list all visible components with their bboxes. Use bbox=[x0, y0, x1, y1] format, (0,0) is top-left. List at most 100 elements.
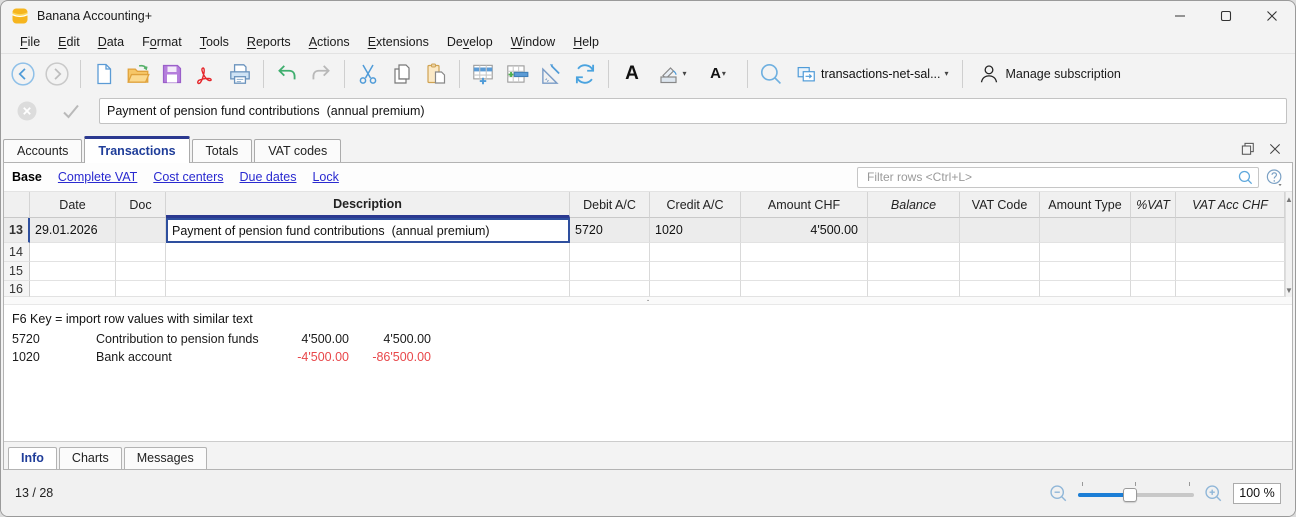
menu-format[interactable]: Format bbox=[133, 33, 191, 51]
cell-amount[interactable] bbox=[741, 281, 868, 297]
cell-vat-acc[interactable] bbox=[1176, 262, 1285, 281]
col-header-date[interactable]: Date bbox=[30, 192, 116, 218]
view-cost-centers[interactable]: Cost centers bbox=[153, 170, 223, 184]
cell-amount-type[interactable] bbox=[1040, 262, 1131, 281]
view-due-dates[interactable]: Due dates bbox=[240, 170, 297, 184]
col-header-debit[interactable]: Debit A/C bbox=[570, 192, 650, 218]
tab-messages[interactable]: Messages bbox=[123, 447, 207, 469]
new-file-button[interactable] bbox=[88, 58, 120, 90]
menu-window[interactable]: Window bbox=[502, 33, 564, 51]
save-button[interactable] bbox=[156, 58, 188, 90]
cell-description[interactable] bbox=[166, 281, 570, 297]
help-button[interactable] bbox=[1265, 168, 1284, 187]
col-header-credit[interactable]: Credit A/C bbox=[650, 192, 741, 218]
table-vertical-scrollbar[interactable]: ▲ ▼ bbox=[1285, 192, 1292, 297]
cell-credit[interactable] bbox=[650, 243, 741, 262]
cell-balance[interactable] bbox=[868, 243, 960, 262]
cell-description-active[interactable]: Payment of pension fund contributions (a… bbox=[166, 218, 570, 243]
cell-edit-input[interactable] bbox=[99, 98, 1287, 124]
scroll-up-icon[interactable]: ▲ bbox=[1285, 192, 1292, 206]
close-view-icon[interactable] bbox=[1267, 141, 1283, 157]
col-header-vat-code[interactable]: VAT Code bbox=[960, 192, 1040, 218]
cell-description[interactable] bbox=[166, 262, 570, 281]
add-rows-button[interactable] bbox=[467, 58, 499, 90]
cell-amount[interactable] bbox=[741, 243, 868, 262]
filter-rows-input[interactable] bbox=[865, 169, 1237, 185]
cell-amount[interactable]: 4'500.00 bbox=[741, 218, 868, 243]
cell-vat-code[interactable] bbox=[960, 281, 1040, 297]
menu-file[interactable]: File bbox=[11, 33, 49, 51]
insert-copied-rows-button[interactable] bbox=[501, 58, 533, 90]
recalculate-button[interactable] bbox=[569, 58, 601, 90]
menu-actions[interactable]: Actions bbox=[300, 33, 359, 51]
maximize-button[interactable] bbox=[1203, 1, 1249, 31]
cell-balance[interactable] bbox=[868, 262, 960, 281]
row-number[interactable]: 13 bbox=[4, 218, 30, 243]
cell-vat-code[interactable] bbox=[960, 243, 1040, 262]
back-button[interactable] bbox=[7, 58, 39, 90]
menu-develop[interactable]: Develop bbox=[438, 33, 502, 51]
page-setup-button[interactable] bbox=[535, 58, 567, 90]
cell-amount[interactable] bbox=[741, 262, 868, 281]
zoom-out-icon[interactable] bbox=[1048, 483, 1069, 504]
tab-charts[interactable]: Charts bbox=[58, 447, 122, 469]
cell-vat-code[interactable] bbox=[960, 218, 1040, 243]
filter-search-icon[interactable] bbox=[1237, 169, 1254, 186]
col-header-description[interactable]: Description bbox=[166, 192, 570, 218]
tab-vat-codes[interactable]: VAT codes bbox=[254, 139, 342, 163]
menu-tools[interactable]: Tools bbox=[191, 33, 238, 51]
cell-debit[interactable] bbox=[570, 262, 650, 281]
col-header-balance[interactable]: Balance bbox=[868, 192, 960, 218]
float-window-icon[interactable] bbox=[1239, 140, 1257, 158]
cell-vat-acc[interactable] bbox=[1176, 218, 1285, 243]
cell-debit[interactable] bbox=[570, 243, 650, 262]
cell-doc[interactable] bbox=[116, 281, 166, 297]
cell-debit[interactable] bbox=[570, 281, 650, 297]
col-header-amount-type[interactable]: Amount Type bbox=[1040, 192, 1131, 218]
forward-button[interactable] bbox=[41, 58, 73, 90]
cell-date[interactable] bbox=[30, 243, 116, 262]
search-button[interactable] bbox=[755, 58, 787, 90]
pdf-export-button[interactable] bbox=[190, 58, 222, 90]
cell-doc[interactable] bbox=[116, 218, 166, 243]
cell-pct-vat[interactable] bbox=[1131, 262, 1176, 281]
cancel-edit-button[interactable] bbox=[5, 96, 49, 126]
scroll-down-icon[interactable]: ▼ bbox=[1285, 283, 1292, 297]
slider-handle[interactable] bbox=[1123, 488, 1138, 502]
view-lock[interactable]: Lock bbox=[312, 170, 338, 184]
tab-totals[interactable]: Totals bbox=[191, 139, 253, 163]
cell-amount-type[interactable] bbox=[1040, 218, 1131, 243]
minimize-button[interactable] bbox=[1157, 1, 1203, 31]
cell-pct-vat[interactable] bbox=[1131, 243, 1176, 262]
menu-help[interactable]: Help bbox=[564, 33, 608, 51]
background-color-button[interactable]: ▾ bbox=[650, 58, 694, 90]
cell-date[interactable] bbox=[30, 281, 116, 297]
col-header-rownum[interactable] bbox=[4, 192, 30, 218]
cell-balance[interactable] bbox=[868, 281, 960, 297]
font-button[interactable]: A bbox=[616, 58, 648, 90]
row-number[interactable]: 15 bbox=[4, 262, 30, 281]
cell-credit[interactable] bbox=[650, 281, 741, 297]
col-header-amount[interactable]: Amount CHF bbox=[741, 192, 868, 218]
paste-button[interactable] bbox=[420, 58, 452, 90]
tab-info[interactable]: Info bbox=[8, 447, 57, 469]
menu-edit[interactable]: Edit bbox=[49, 33, 89, 51]
cell-vat-acc[interactable] bbox=[1176, 281, 1285, 297]
cell-doc[interactable] bbox=[116, 262, 166, 281]
cell-debit[interactable]: 5720 bbox=[570, 218, 650, 243]
cell-pct-vat[interactable] bbox=[1131, 281, 1176, 297]
cut-button[interactable] bbox=[352, 58, 384, 90]
text-color-button[interactable]: A ▾ bbox=[696, 58, 740, 90]
view-complete-vat[interactable]: Complete VAT bbox=[58, 170, 137, 184]
zoom-in-icon[interactable] bbox=[1203, 483, 1224, 504]
open-file-button[interactable] bbox=[122, 58, 154, 90]
copy-button[interactable] bbox=[386, 58, 418, 90]
row-number[interactable]: 16 bbox=[4, 281, 30, 297]
cell-date[interactable]: 29.01.2026 bbox=[30, 218, 116, 243]
manage-subscription-button[interactable]: Manage subscription bbox=[970, 60, 1129, 88]
panel-splitter[interactable]: · bbox=[4, 295, 1292, 305]
row-number[interactable]: 14 bbox=[4, 243, 30, 262]
cell-amount-type[interactable] bbox=[1040, 243, 1131, 262]
cell-balance[interactable] bbox=[868, 218, 960, 243]
menu-data[interactable]: Data bbox=[89, 33, 133, 51]
